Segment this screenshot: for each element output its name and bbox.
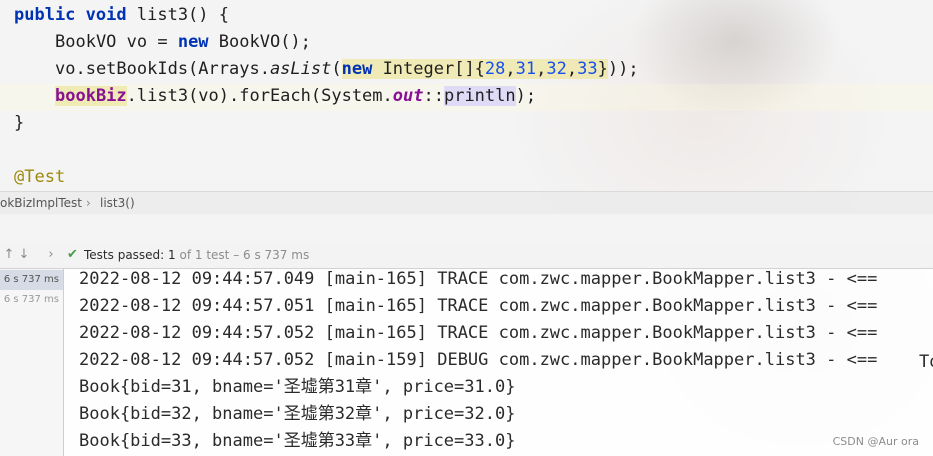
code-text: )); (607, 59, 639, 79)
number-literal: 32 (546, 59, 567, 79)
console-line: 2022-08-12 09:44:57.049 [main-165] TRACE… (79, 269, 878, 289)
breadcrumb: okBizImplTest › list3() (0, 191, 933, 215)
number-literal: 31 (515, 59, 537, 79)
console-output[interactable]: 2022-08-12 09:44:57.049 [main-165] TRACE… (64, 269, 933, 456)
code-line-annotation[interactable]: @Test (14, 164, 65, 191)
comma: , (505, 59, 516, 79)
code-line-2[interactable]: BookVO vo = new BookVO(); (55, 29, 311, 56)
test-tree-row-selected[interactable]: 6 s 737 ms (0, 270, 63, 290)
test-tree-row[interactable]: 6 s 737 ms (4, 290, 59, 310)
number-literal: 28 (484, 59, 506, 79)
code-text: BookVO vo = (55, 32, 178, 52)
code-text: } (597, 59, 608, 79)
comma: , (536, 59, 547, 79)
console-line: Book{bid=32, bname='圣墟第32章', price=32.0} (79, 404, 516, 424)
arrow-down-icon[interactable]: ↓ (15, 242, 33, 268)
test-summary: of 1 test – 6 s 737 ms (179, 248, 310, 262)
code-text: vo.setBookIds(Arrays. (55, 59, 270, 79)
field-reference: bookBiz (55, 86, 127, 106)
passed-label: Tests passed: (84, 248, 165, 262)
keyword: new (177, 32, 209, 52)
test-status: Tests passed: 1 of 1 test – 6 s 737 ms (84, 242, 309, 268)
editor-footer-space (0, 214, 933, 242)
test-tree: 6 s 737 ms 6 s 737 ms (0, 269, 64, 456)
number-literal: 33 (577, 59, 598, 79)
code-text: BookVO(); (208, 32, 311, 52)
highlighted-expression: new Integer[]{28,31,32,33} (341, 59, 608, 79)
breadcrumb-item-method[interactable]: list3() (100, 192, 135, 214)
code-text: :: (423, 86, 444, 106)
code-line-3[interactable]: vo.setBookIds(Arrays.asList(new Integer[… (55, 56, 639, 83)
passed-count: 1 (168, 248, 176, 262)
console-line: Book{bid=31, bname='圣墟第31章', price=31.0} (79, 377, 516, 397)
static-field: out (392, 86, 424, 106)
console-line: 2022-08-12 09:44:57.052 [main-165] TRACE… (79, 323, 878, 343)
code-line-5[interactable]: } (14, 110, 24, 137)
console-line-tail: To (919, 352, 933, 372)
console-line: 2022-08-12 09:44:57.052 [main-159] DEBUG… (79, 350, 878, 370)
code-text: .list3(vo).forEach(System. (126, 86, 393, 106)
code-text: ( (331, 59, 342, 79)
method-reference: println (443, 86, 516, 106)
breadcrumb-separator: › (86, 196, 91, 210)
console-line: Book{bid=33, bname='圣墟第33章', price=33.0} (79, 431, 516, 451)
keyword: public (14, 5, 76, 25)
console-line: 2022-08-12 09:44:57.051 [main-165] TRACE… (79, 296, 878, 316)
keyword: new (341, 59, 373, 79)
code-line-4[interactable]: bookBiz.list3(vo).forEach(System.out::pr… (55, 83, 536, 110)
expand-icon[interactable]: › (42, 242, 60, 268)
code-editor[interactable]: public void list3() { BookVO vo = new Bo… (0, 0, 933, 191)
code-text: Integer[]{ (372, 59, 485, 79)
comma: , (566, 59, 578, 79)
method-signature: list3() { (136, 5, 229, 25)
keyword: void (85, 5, 127, 25)
code-line-1[interactable]: public void list3() { (14, 2, 229, 29)
static-method: asList (269, 59, 332, 79)
breadcrumb-item-class[interactable]: okBizImplTest (0, 192, 82, 214)
watermark: CSDN @Aur ora (832, 435, 919, 448)
test-results-toolbar: ↑ ↓ › ✔ Tests passed: 1 of 1 test – 6 s … (0, 242, 933, 269)
code-text: ); (515, 86, 537, 106)
check-icon: ✔ (67, 247, 78, 262)
